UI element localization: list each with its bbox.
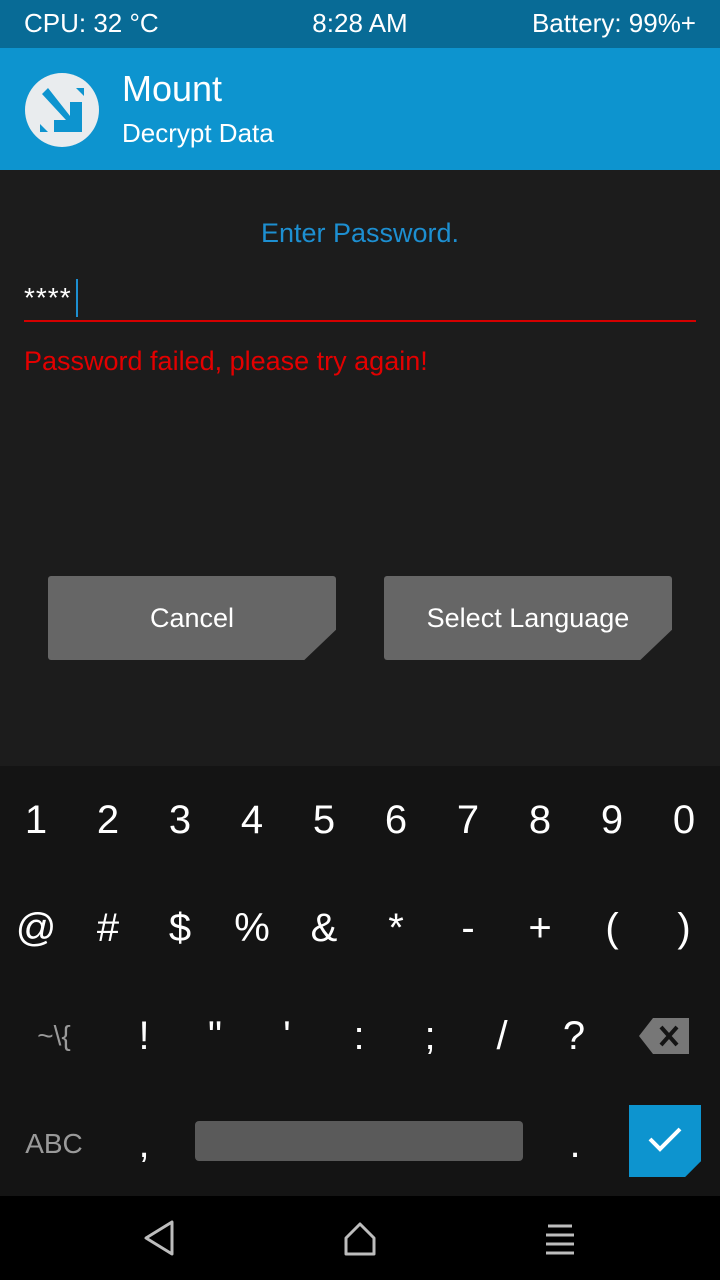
home-icon[interactable] [338, 1216, 382, 1260]
key-at[interactable]: @ [0, 874, 72, 982]
on-screen-keyboard: 1 2 3 4 5 6 7 8 9 0 @ # $ % & * - + ( ) … [0, 766, 720, 1196]
key-3[interactable]: 3 [144, 766, 216, 874]
key-6[interactable]: 6 [360, 766, 432, 874]
status-bar: CPU: 32 °C 8:28 AM Battery: 99%+ [0, 0, 720, 48]
key-minus[interactable]: - [432, 874, 504, 982]
key-plus[interactable]: + [504, 874, 576, 982]
key-percent[interactable]: % [216, 874, 288, 982]
key-1[interactable]: 1 [0, 766, 72, 874]
key-comma[interactable]: , [108, 1090, 180, 1198]
key-9[interactable]: 9 [576, 766, 648, 874]
keyboard-row-symbols: @ # $ % & * - + ( ) [0, 874, 720, 982]
backspace-icon[interactable] [628, 982, 700, 1090]
title-bar: Mount Decrypt Data [0, 48, 720, 170]
key-slash[interactable]: / [466, 982, 538, 1090]
decrypt-panel: Enter Password. **** Password failed, pl… [0, 170, 720, 766]
key-dollar[interactable]: $ [144, 874, 216, 982]
key-period[interactable]: . [539, 1090, 611, 1198]
select-language-button[interactable]: Select Language [384, 576, 672, 660]
key-single-quote[interactable]: ' [251, 982, 323, 1090]
key-semicolon[interactable]: ; [394, 982, 466, 1090]
key-4[interactable]: 4 [216, 766, 288, 874]
key-paren-open[interactable]: ( [576, 874, 648, 982]
key-2[interactable]: 2 [72, 766, 144, 874]
key-8[interactable]: 8 [504, 766, 576, 874]
error-message: Password failed, please try again! [24, 346, 428, 376]
back-triangle-icon[interactable] [138, 1216, 182, 1260]
key-double-quote[interactable]: " [179, 982, 251, 1090]
key-hash[interactable]: # [72, 874, 144, 982]
cancel-button[interactable]: Cancel [48, 576, 336, 660]
key-0[interactable]: 0 [648, 766, 720, 874]
twrp-logo-icon [24, 72, 100, 148]
key-exclamation[interactable]: ! [108, 982, 180, 1090]
password-field[interactable]: **** [24, 274, 696, 322]
keyboard-row-numbers: 1 2 3 4 5 6 7 8 9 0 [0, 766, 720, 874]
key-paren-close[interactable]: ) [648, 874, 720, 982]
password-value: **** [24, 282, 72, 313]
battery-status: Battery: 99%+ [531, 8, 696, 38]
enter-key[interactable] [629, 1105, 701, 1177]
abc-mode-key[interactable]: ABC [18, 1090, 90, 1198]
page-subtitle: Decrypt Data [122, 118, 274, 148]
key-5[interactable]: 5 [288, 766, 360, 874]
key-colon[interactable]: : [323, 982, 395, 1090]
text-caret [76, 279, 78, 317]
keyboard-row-bottom: ABC , . [0, 1090, 720, 1198]
key-more-symbols[interactable]: ~\{ [18, 982, 90, 1090]
key-ampersand[interactable]: & [288, 874, 360, 982]
checkmark-icon [647, 1125, 683, 1158]
menu-icon[interactable] [538, 1216, 582, 1260]
key-7[interactable]: 7 [432, 766, 504, 874]
key-asterisk[interactable]: * [360, 874, 432, 982]
navigation-bar [0, 1196, 720, 1280]
space-bar[interactable] [195, 1121, 523, 1161]
keyboard-row-punct: ~\{ ! " ' : ; / ? [0, 982, 720, 1090]
key-question[interactable]: ? [538, 982, 610, 1090]
password-prompt: Enter Password. [260, 218, 460, 248]
page-title: Mount [122, 68, 223, 109]
